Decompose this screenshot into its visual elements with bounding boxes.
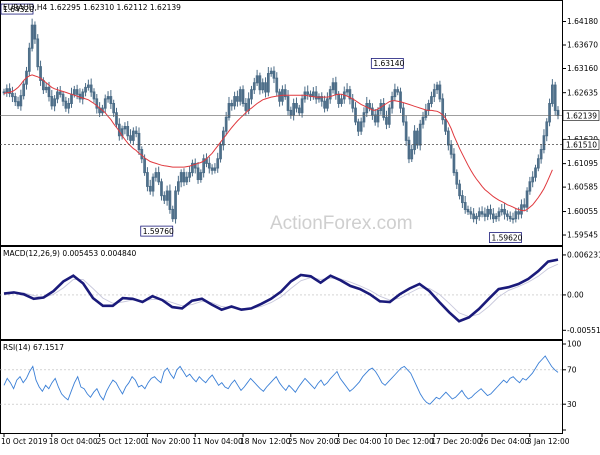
time-tick-label: 18 Nov 12:00	[240, 437, 291, 446]
time-tick-label: 25 Nov 20:00	[288, 437, 339, 446]
price-header: EURAUD,H4 1.62295 1.62310 1.62112 1.6213…	[3, 3, 181, 12]
price-levels: 1.62139 1.61510	[0, 110, 600, 150]
price-candles	[2, 18, 560, 225]
rsi-tick-label: 30	[567, 400, 577, 409]
price-tick-label: 1.62635	[567, 88, 598, 97]
macd-axis: 0.006231 0.00 -0.005513	[562, 251, 600, 335]
macd-tick-label: -0.005513	[567, 326, 600, 335]
price-tick-label: 1.64180	[567, 17, 598, 26]
time-tick-label: 10 Dec 12:00	[383, 437, 434, 446]
price-tick-label: 1.63670	[567, 41, 598, 50]
rsi-axis: 100 70 30	[562, 340, 582, 431]
time-axis: 10 Oct 2019 18 Oct 04:0025 Oct 12:001 Nov…	[1, 433, 570, 446]
rsi-panel-frame	[0, 340, 563, 434]
macd-tick-label: 0.006231	[567, 251, 600, 260]
moving-average-line	[3, 74, 553, 212]
annotation-label: 1.59620	[491, 233, 522, 242]
forex-chart: 1.641801.636701.631601.626351.616201.610…	[0, 0, 600, 450]
price-tick-label: 1.61095	[567, 159, 598, 168]
chart-svg: 1.641801.636701.631601.626351.616201.610…	[0, 0, 600, 446]
time-tick-label: 11 Nov 04:00	[192, 437, 243, 446]
price-panel-frame	[0, 0, 563, 246]
price-tick-label: 1.60055	[567, 207, 598, 216]
current-price-label: 1.62139	[566, 111, 597, 120]
annotation-label: 1.63140	[373, 59, 404, 68]
macd-header: MACD(12,26,9) 0.005453 0.004840	[3, 249, 137, 258]
time-tick-label: 17 Dec 20:00	[431, 437, 482, 446]
macd-tick-label: 0.00	[567, 291, 584, 300]
time-tick-label: 18 Oct 04:00	[49, 437, 98, 446]
candle-body	[2, 91, 6, 94]
price-tick-label: 1.60585	[567, 183, 598, 192]
rsi-header: RSI(14) 67.1517	[3, 343, 64, 352]
rsi-tick-label: 70	[567, 365, 577, 374]
price-tick-label: 1.63160	[567, 64, 598, 73]
macd-panel-frame	[0, 246, 563, 340]
time-tick-label: 25 Oct 12:00	[97, 437, 146, 446]
macd-main-line	[3, 258, 559, 323]
price-tick-label: 1.59545	[567, 231, 598, 240]
price-axis: 1.641801.636701.631601.626351.616201.610…	[562, 17, 598, 240]
time-tick-label: 3 Jan 12:00	[527, 437, 570, 446]
watermark: ActionForex.com	[270, 213, 413, 234]
rsi-line	[3, 355, 559, 405]
time-tick-label: 1 Nov 20:00	[144, 437, 190, 446]
time-tick-label: 10 Oct 2019	[1, 437, 48, 446]
level-label: 1.61510	[566, 140, 597, 149]
candle-body	[511, 218, 515, 220]
time-tick-label: 3 Dec 04:00	[336, 437, 382, 446]
annotation-label: 1.59760	[143, 227, 174, 236]
time-tick-label: 26 Dec 04:00	[479, 437, 530, 446]
rsi-guide-lines	[0, 369, 562, 405]
rsi-tick-label: 100	[567, 340, 582, 349]
